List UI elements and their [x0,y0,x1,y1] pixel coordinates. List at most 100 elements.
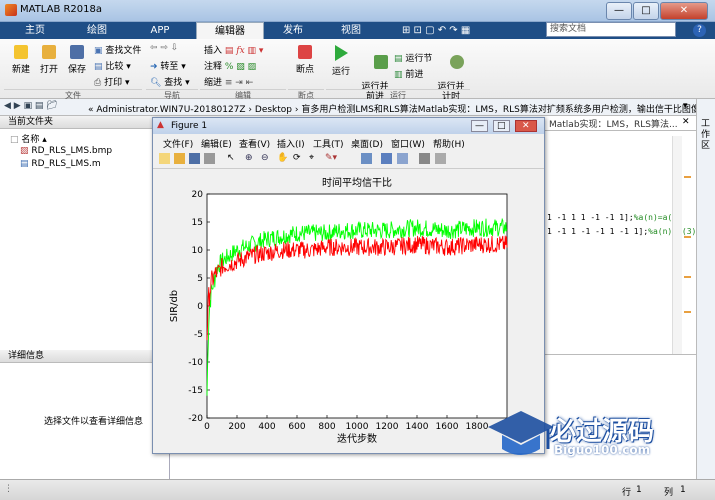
timer-icon [449,55,464,69]
x-tick-label: 600 [288,422,305,432]
search-input[interactable]: 搜索文档 [546,22,676,37]
help-icon[interactable]: ? [693,24,706,37]
run-section-icon: ▤ [394,54,406,64]
zoom-out-icon[interactable]: ⊖ [261,153,269,163]
menu-help[interactable]: 帮助(H) [433,137,465,150]
code-analyzer-mark[interactable] [684,236,691,238]
code-line[interactable]: 1 -1 1 1 -1 -1 1];%a(n)=a(2) [547,213,682,222]
minimize-button[interactable]: — [606,2,632,20]
comment-button[interactable]: 注释 % ▧ ▨ [204,59,256,72]
current-folder-panel: 当前文件夹 □ 名称 ▴ ▨ RD_RLS_LMS.bmp ▤ RD_RLS_L… [0,116,170,500]
new-button[interactable]: 新建 [8,45,34,75]
quick-access-toolbar[interactable]: ⊞ ⊡ ▢ ↶ ↷ ▦ [402,25,470,36]
link-plot-icon[interactable] [361,153,372,164]
details-header: 详细信息 [0,350,170,363]
brush-icon[interactable]: ✎▾ [325,153,337,163]
image-file-icon: ▨ [20,146,32,156]
print-button[interactable]: ⎙ 打印 ▾ [94,75,129,88]
breakpoints-button[interactable]: 断点 [292,45,318,75]
address-bar[interactable]: ◀ ▶ ▣ ▤ 📁︎ « Administrator.WIN7U-2018012… [0,99,715,116]
path-dropdown-icon[interactable]: ▾ [683,101,688,111]
show-tools-icon[interactable] [435,153,446,164]
legend-icon[interactable] [397,153,408,164]
code-analyzer-mark[interactable] [684,176,691,178]
save-button[interactable]: 保存 [64,45,90,75]
figure-close-button[interactable]: ✕ [515,120,537,132]
tab-editor[interactable]: 编辑器 [196,22,264,39]
current-path: « Administrator.WIN7U-20180127Z › Deskto… [88,105,700,115]
editor-tab[interactable]: Matlab实现：LMS，RLS算法... [549,117,678,130]
pan-icon[interactable]: ✋ [277,153,288,163]
colorbar-icon[interactable] [381,153,392,164]
column-header-name[interactable]: □ 名称 ▴ [10,132,47,145]
code-analyzer-mark[interactable] [684,311,691,313]
save-figure-icon[interactable] [189,153,200,164]
x-tick-label: 400 [258,422,275,432]
editor-close-icon[interactable]: ✕ [682,117,690,127]
chart-title: 时间平均信干比 [322,176,392,189]
zoom-in-icon[interactable]: ⊕ [245,153,253,163]
save-icon [70,45,84,59]
editor-scrollbar[interactable] [672,136,682,354]
section-navigate: 导航 [146,89,198,100]
menu-tools[interactable]: 工具(T) [313,137,344,150]
x-tick-label: 1400 [406,422,429,432]
find-files-button[interactable]: ▣ 查找文件 [94,43,141,56]
insert-button[interactable]: 插入 ▤ fx ▥ ▾ [204,43,263,56]
y-axis-label: SIR/db [169,290,180,322]
run-button[interactable]: 运行 [328,45,354,77]
figure-maximize-button[interactable]: □ [493,120,510,132]
find-button[interactable]: 🔍︎ 查找 ▾ [150,75,190,88]
window-title: MATLAB R2018a [20,4,103,15]
nav-arrows[interactable]: ⇦ ⇨ ⇩ [150,43,178,53]
menu-desktop[interactable]: 桌面(D) [351,137,383,150]
new-figure-icon[interactable] [159,153,170,164]
menu-edit[interactable]: 编辑(E) [201,137,232,150]
figure-titlebar: ▲ Figure 1 — □ ✕ [153,118,544,134]
select-arrow-icon[interactable]: ↖ [227,153,235,163]
code-analyzer-mark[interactable] [684,276,691,278]
row-value: 1 [636,485,642,495]
folder-icon [42,45,56,59]
open-file-icon[interactable] [174,153,185,164]
rotate-icon[interactable]: ⟳ [293,153,301,163]
hide-tools-icon[interactable] [419,153,430,164]
open-button[interactable]: 打开 [36,45,62,75]
menu-window[interactable]: 窗口(W) [391,137,425,150]
tab-home[interactable]: 主页 [4,22,66,39]
menu-file[interactable]: 文件(F) [163,137,193,150]
run-section-button[interactable]: ▤ 运行节 [394,51,432,64]
figure-window[interactable]: ▲ Figure 1 — □ ✕ 文件(F) 编辑(E) 查看(V) 插入(I)… [152,117,545,454]
col-value: 1 [680,485,686,495]
maximize-button[interactable]: □ [633,2,659,20]
advance-button[interactable]: ▥ 前进 [394,67,423,80]
editor-area[interactable]: Matlab实现：LMS，RLS算法... ✕ 1 -1 1 1 -1 -1 1… [545,116,696,354]
data-cursor-icon[interactable]: ⌖ [309,153,314,163]
compare-button[interactable]: ▤ 比较 ▾ [94,59,131,72]
section-file: 文件 [4,89,142,100]
tab-view[interactable]: 视图 [322,22,380,39]
current-folder-header: 当前文件夹 [0,116,170,129]
tab-apps[interactable]: APP [128,22,192,39]
figure-minimize-button[interactable]: — [471,120,488,132]
figure-icon: ▲ [157,120,164,130]
close-button[interactable]: ✕ [660,2,708,20]
menu-view[interactable]: 查看(V) [239,137,270,150]
section-edit: 编辑 [200,89,286,100]
play-icon [334,45,348,61]
indent-button[interactable]: 缩进 ≡ ⇥ ⇤ [204,75,253,88]
insert-icons: ▤ fx ▥ ▾ [224,46,264,56]
goto-button[interactable]: ➜ 转至 ▾ [150,59,186,72]
new-icon [14,45,28,59]
m-file-icon: ▤ [20,159,32,169]
print-figure-icon[interactable] [204,153,215,164]
tab-plots[interactable]: 绘图 [66,22,128,39]
file-item[interactable]: ▨ RD_RLS_LMS.bmp [20,146,112,156]
file-item[interactable]: ▤ RD_RLS_LMS.m [20,159,101,169]
menu-insert[interactable]: 插入(I) [277,137,305,150]
nav-buttons-icon[interactable]: ◀ ▶ ▣ ▤ 📁︎ [4,101,58,111]
tab-publish[interactable]: 发布 [264,22,322,39]
right-collapsed-panel[interactable]: 工作区 [696,99,715,479]
workspace-tab[interactable]: 工作区 [701,119,711,152]
details-message: 选择文件以查看详细信息 [44,417,144,427]
